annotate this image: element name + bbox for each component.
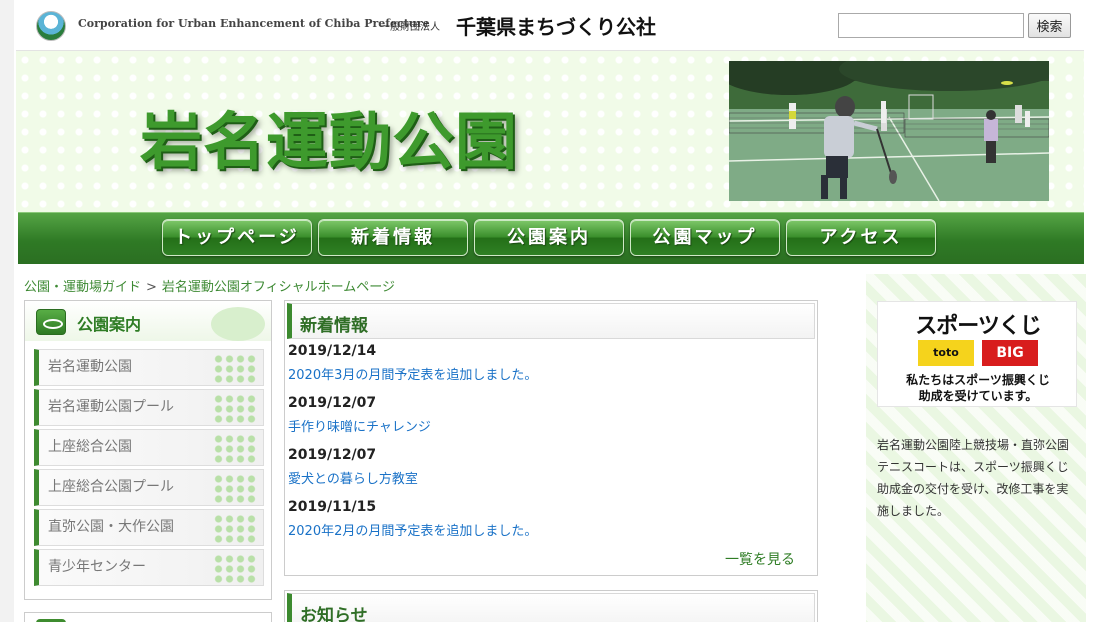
news-link[interactable]: 2020年3月の月間予定表を追加しました。 [288, 364, 537, 383]
breadcrumb-parent-link[interactable]: 公園・運動場ガイド [24, 280, 141, 295]
sidebar-item-kamiza-park[interactable]: 上座総合公園 [34, 429, 264, 466]
sidebar-second-box [24, 612, 272, 622]
sidebar-item-naoya-daisaku-park[interactable]: 直弥公園・大作公園 [34, 509, 264, 546]
news-item: 2019/12/07 手作り味噌にチャレンジ [288, 395, 431, 435]
notice-header: お知らせ [287, 593, 815, 622]
news-section: 新着情報 2019/12/14 2020年3月の月間予定表を追加しました。 20… [284, 300, 818, 576]
sidebar-item-youth-center[interactable]: 青少年センター [34, 549, 264, 586]
corporation-logo-icon[interactable] [36, 11, 66, 41]
news-date: 2019/12/14 [288, 343, 377, 359]
park-icon [36, 309, 66, 335]
park-guide-sidebar: 公園案内 岩名運動公園 岩名運動公園プール 上座総合公園 上座総合公園プール 直… [24, 300, 272, 600]
hero-banner: 岩名運動公園 [16, 50, 1084, 212]
sidebar-item-label: 直弥公園・大作公園 [48, 519, 174, 535]
sports-lottery-title: スポーツくじ [915, 314, 1042, 339]
global-nav: トップページ 新着情報 公園案内 公園マップ アクセス [18, 212, 1084, 264]
sports-lottery-caption: 私たちはスポーツ振興くじ 助成を受けています。 [878, 372, 1078, 404]
news-date: 2019/11/15 [288, 499, 377, 515]
subsidy-info-text: 岩名運動公園陸上競技場・直弥公園テニスコートは、スポーツ振興くじ助成金の交付を受… [877, 438, 1070, 518]
breadcrumb-separator: > [146, 280, 157, 295]
notice-title: お知らせ [300, 606, 368, 622]
sidebar-item-iwana-park[interactable]: 岩名運動公園 [34, 349, 264, 386]
tennis-court-photo [729, 61, 1049, 201]
sidebar-title: 公園案内 [77, 315, 142, 334]
nav-top-page[interactable]: トップページ [162, 219, 312, 256]
news-item: 2019/12/14 2020年3月の月間予定表を追加しました。 [288, 343, 537, 383]
news-item: 2019/11/15 2020年2月の月間予定表を追加しました。 [288, 499, 537, 539]
sidebar-item-label: 岩名運動公園 [48, 359, 132, 375]
news-title: 新着情報 [300, 316, 368, 336]
park-title: 岩名運動公園 [140, 105, 519, 178]
dots-decoration [213, 474, 257, 504]
dots-decoration [213, 514, 257, 544]
news-item: 2019/12/07 愛犬との暮らし方教室 [288, 447, 418, 487]
page: Corporation for Urban Enhancement of Chi… [14, 0, 1100, 622]
news-date: 2019/12/07 [288, 447, 377, 463]
dots-decoration [213, 354, 257, 384]
dots-decoration [213, 394, 257, 424]
search-button[interactable]: 検索 [1028, 13, 1071, 38]
sidebar-item-label: 岩名運動公園プール [48, 399, 174, 415]
nav-park-guide[interactable]: 公園案内 [474, 219, 624, 256]
breadcrumb: 公園・運動場ガイド > 岩名運動公園オフィシャルホームページ [24, 276, 395, 295]
news-header: 新着情報 [287, 303, 815, 339]
news-link[interactable]: 手作り味噌にチャレンジ [288, 416, 431, 435]
nav-access[interactable]: アクセス [786, 219, 936, 256]
toto-logo: toto [918, 340, 974, 366]
sidebar-item-label: 青少年センター [48, 559, 146, 575]
org-type: 一般財団法人 [380, 22, 440, 33]
big-logo: BIG [982, 340, 1038, 366]
decorative-circle [211, 307, 265, 341]
search-input[interactable] [838, 13, 1024, 38]
sidebar-list: 岩名運動公園 岩名運動公園プール 上座総合公園 上座総合公園プール 直弥公園・大… [34, 349, 264, 589]
news-link[interactable]: 2020年2月の月間予定表を追加しました。 [288, 520, 537, 539]
site-header: Corporation for Urban Enhancement of Chi… [14, 0, 1100, 50]
sidebar-header: 公園案内 [25, 301, 271, 341]
org-name-english[interactable]: Corporation for Urban Enhancement of Chi… [78, 17, 430, 30]
sidebar-item-label: 上座総合公園プール [48, 479, 174, 495]
sports-lottery-banner[interactable]: スポーツくじ toto BIG 私たちはスポーツ振興くじ 助成を受けています。 [877, 301, 1077, 407]
sidebar-item-kamiza-pool[interactable]: 上座総合公園プール [34, 469, 264, 506]
caption-line-1: 私たちはスポーツ振興くじ [906, 373, 1050, 387]
right-column: スポーツくじ toto BIG 私たちはスポーツ振興くじ 助成を受けています。 … [866, 274, 1086, 622]
notice-section: お知らせ [284, 590, 818, 622]
dots-decoration [213, 554, 257, 584]
nav-park-map[interactable]: 公園マップ [630, 219, 780, 256]
news-date: 2019/12/07 [288, 395, 377, 411]
sidebar-item-iwana-pool[interactable]: 岩名運動公園プール [34, 389, 264, 426]
breadcrumb-current: 岩名運動公園オフィシャルホームページ [161, 280, 396, 295]
news-more-link[interactable]: 一覧を見る [725, 549, 795, 569]
caption-line-2: 助成を受けています。 [918, 389, 1038, 403]
sidebar-item-label: 上座総合公園 [48, 439, 132, 455]
dots-decoration [213, 434, 257, 464]
news-link[interactable]: 愛犬との暮らし方教室 [288, 468, 418, 487]
nav-news[interactable]: 新着情報 [318, 219, 468, 256]
org-name-japanese[interactable]: 千葉県まちづくり公社 [456, 11, 656, 40]
